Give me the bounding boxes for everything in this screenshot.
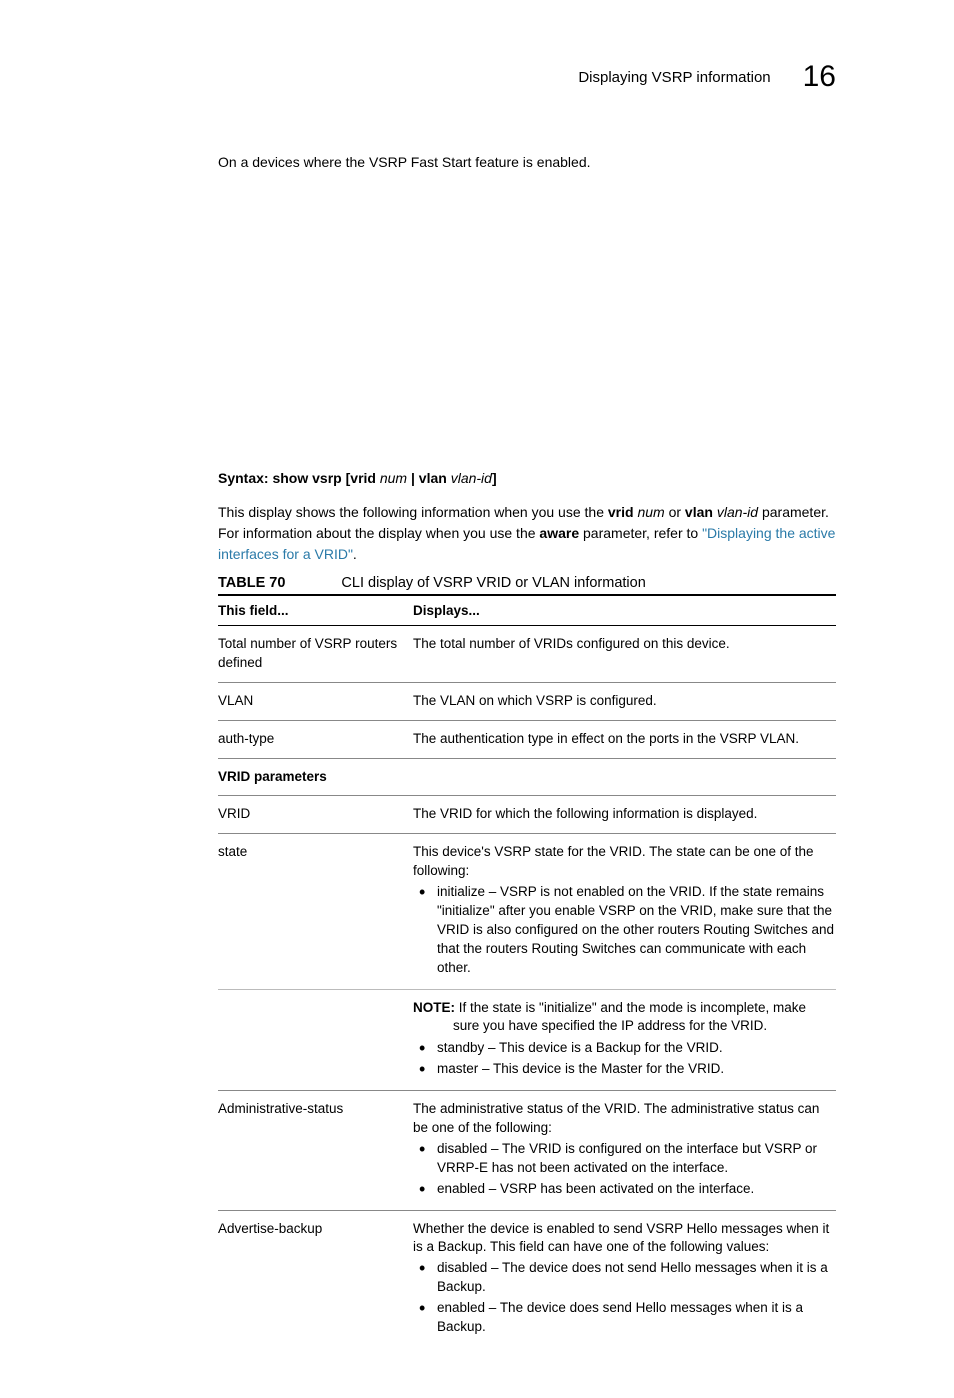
- table-caption: CLI display of VSRP VRID or VLAN informa…: [341, 575, 645, 591]
- table-row: Total number of VSRP routers defined The…: [218, 626, 836, 683]
- list-item: master – This device is the Master for t…: [413, 1060, 836, 1079]
- syntax-cmd: show vsrp: [272, 470, 341, 486]
- list-item: disabled – The device does not send Hell…: [413, 1259, 836, 1297]
- list-item: enabled – VSRP has been activated on the…: [413, 1180, 836, 1199]
- list-item: initialize – VSRP is not enabled on the …: [413, 883, 836, 977]
- page-header: Displaying VSRP information 16: [218, 60, 836, 94]
- list-item: disabled – The VRID is configured on the…: [413, 1140, 836, 1178]
- list-item: enabled – The device does send Hello mes…: [413, 1299, 836, 1337]
- table-row: Advertise-backup Whether the device is e…: [218, 1210, 836, 1348]
- col-header-displays: Displays...: [413, 596, 836, 626]
- table-row: Administrative-status The administrative…: [218, 1091, 836, 1210]
- intro-paragraph: On a devices where the VSRP Fast Start f…: [218, 154, 836, 170]
- table-row: state This device's VSRP state for the V…: [218, 834, 836, 989]
- list-item: standby – This device is a Backup for th…: [413, 1039, 836, 1058]
- header-title: Displaying VSRP information: [578, 69, 770, 86]
- col-header-field: This field...: [218, 596, 413, 626]
- note-label: NOTE:: [413, 1000, 455, 1015]
- fields-table: This field... Displays... Total number o…: [218, 596, 836, 1348]
- chapter-number: 16: [803, 60, 836, 94]
- table-row: VLAN The VLAN on which VSRP is configure…: [218, 682, 836, 720]
- table-number: TABLE 70: [218, 575, 285, 591]
- table-row: VRID The VRID for which the following in…: [218, 796, 836, 834]
- syntax-line: Syntax: show vsrp [vrid num | vlan vlan-…: [218, 470, 836, 486]
- table-caption-row: TABLE 70 CLI display of VSRP VRID or VLA…: [218, 575, 836, 596]
- table-row: auth-type The authentication type in eff…: [218, 720, 836, 758]
- table-section-header: VRID parameters: [218, 758, 836, 796]
- table-row: NOTE: If the state is "initialize" and t…: [218, 989, 836, 1091]
- description-paragraph: This display shows the following informa…: [218, 502, 836, 565]
- syntax-label: Syntax:: [218, 470, 269, 486]
